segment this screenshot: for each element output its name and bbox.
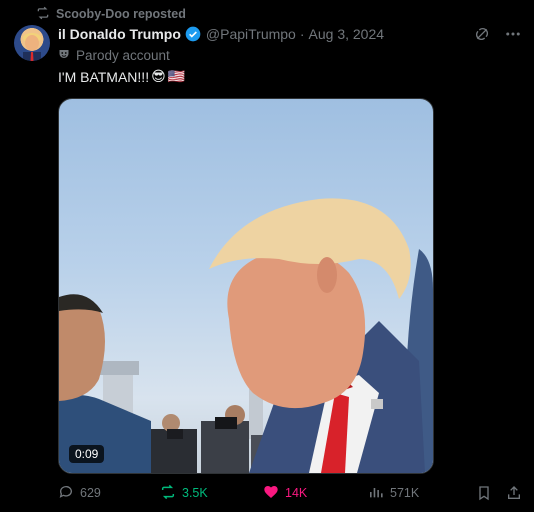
video-player[interactable]: 0:09: [58, 98, 434, 474]
repost-button[interactable]: 3.5K: [160, 484, 263, 503]
us-flag-emoji: 🇺🇸: [167, 68, 186, 84]
views-button[interactable]: 571K: [368, 484, 468, 503]
tweet-text: I'M BATMAN!!! 😎 🇺🇸: [58, 68, 185, 85]
repost-icon: [160, 484, 176, 503]
avatar[interactable]: [14, 25, 50, 61]
bookmark-icon[interactable]: [476, 485, 492, 501]
parody-label-text: Parody account: [76, 47, 170, 63]
like-button[interactable]: 14K: [263, 484, 368, 503]
parody-label: Parody account: [58, 46, 170, 64]
parody-mask-icon: [58, 48, 70, 63]
author-name[interactable]: il Donaldo Trumpo: [58, 26, 181, 42]
sunglasses-emoji: 😎: [151, 68, 166, 84]
views-icon: [368, 484, 384, 503]
repost-icon: [36, 6, 50, 23]
repost-banner-text: Scooby-Doo reposted: [56, 7, 186, 21]
meta-separator: ·: [299, 26, 305, 42]
video-duration: 0:09: [69, 445, 105, 463]
post-date[interactable]: Aug 3, 2024: [309, 26, 385, 42]
views-count: 571K: [390, 486, 420, 500]
share-icon[interactable]: [506, 485, 522, 501]
repost-banner[interactable]: Scooby-Doo reposted: [36, 6, 186, 22]
like-icon: [263, 484, 279, 503]
tweet-header: il Donaldo Trumpo @PapiTrumpo · Aug 3, 2…: [58, 24, 522, 44]
grok-icon[interactable]: [474, 26, 490, 42]
author-handle[interactable]: @PapiTrumpo: [206, 26, 296, 42]
verified-badge-icon: [185, 26, 201, 42]
more-icon[interactable]: [504, 25, 522, 43]
action-bar: 629 3.5K 14K 571K: [58, 482, 522, 504]
reply-button[interactable]: 629: [58, 484, 160, 503]
like-count: 14K: [285, 486, 308, 500]
repost-count: 3.5K: [182, 486, 208, 500]
tweet-text-body: I'M BATMAN!!!: [58, 68, 150, 85]
reply-icon: [58, 484, 74, 503]
reply-count: 629: [80, 486, 101, 500]
